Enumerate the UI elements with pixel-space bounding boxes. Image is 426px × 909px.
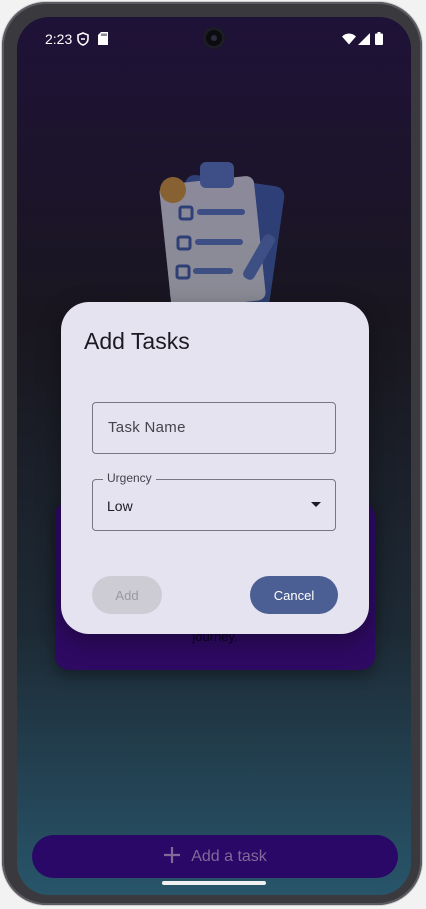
status-time: 2:23 — [45, 31, 73, 47]
task-name-placeholder: Task Name — [108, 419, 186, 436]
dialog-title: Add Tasks — [84, 328, 190, 354]
urgency-label: Urgency — [103, 471, 156, 485]
phone-frame: 2:23 journey. Add Tasks Task Name Urgenc… — [2, 2, 422, 905]
sd-card-icon — [98, 32, 108, 50]
plus-icon — [163, 845, 181, 869]
wifi-icon — [342, 32, 356, 50]
signal-icon — [358, 32, 370, 50]
urgency-dropdown[interactable]: Urgency Low — [92, 471, 336, 531]
add-button[interactable]: Add — [92, 576, 162, 614]
add-task-fab[interactable]: Add a task — [32, 835, 398, 878]
dropdown-arrow-icon[interactable] — [311, 502, 321, 507]
urgency-selected-value: Low — [107, 498, 133, 514]
status-bar: 2:23 — [17, 17, 411, 61]
add-task-dialog: Add Tasks Task Name Urgency Low Add Canc… — [61, 302, 369, 634]
gesture-nav-handle[interactable] — [162, 881, 266, 885]
cancel-button[interactable]: Cancel — [250, 576, 338, 614]
fab-label: Add a task — [191, 847, 267, 865]
shield-icon — [77, 32, 89, 51]
front-camera — [203, 27, 225, 49]
clipboard-illustration — [135, 152, 295, 327]
battery-icon — [375, 32, 383, 50]
screen: 2:23 journey. Add Tasks Task Name Urgenc… — [17, 17, 411, 895]
task-name-input[interactable]: Task Name — [92, 402, 336, 454]
